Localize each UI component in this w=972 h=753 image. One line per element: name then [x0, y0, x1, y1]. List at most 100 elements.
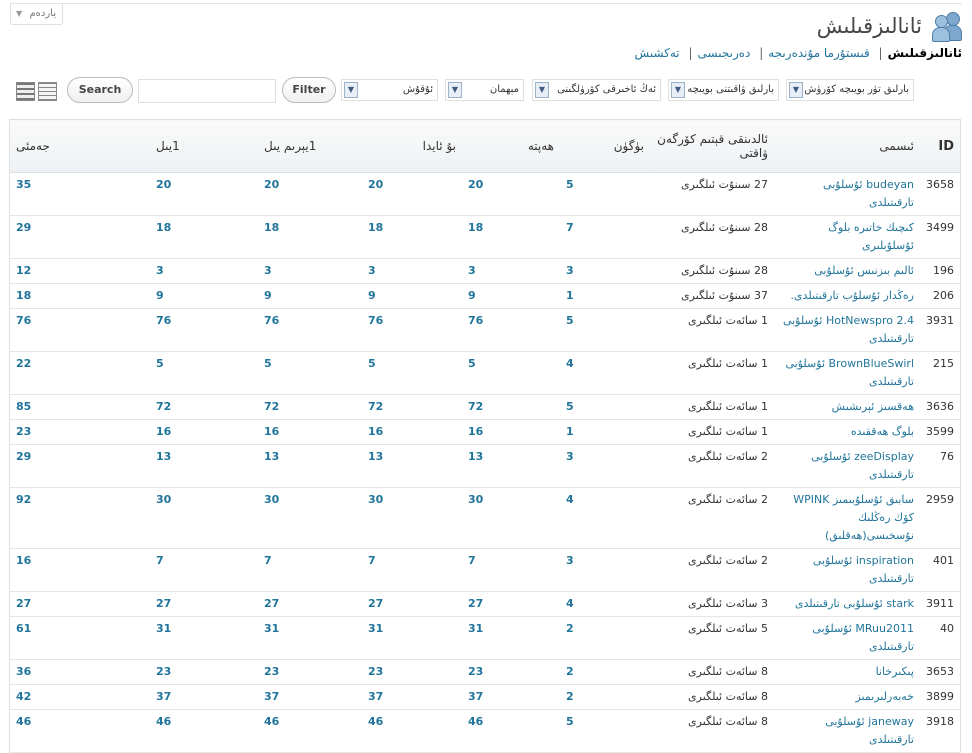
row-year: 76: [150, 308, 258, 352]
row-halfyear: 31: [258, 616, 362, 660]
row-name-cell: سابىق ئۇسلۇبىمىز WPINK كۆك رەڭلىك نۇسخىس…: [774, 487, 920, 549]
row-name-link[interactable]: سابىق ئۇسلۇبىمىز WPINK كۆك رەڭلىك نۇسخىس…: [793, 493, 914, 542]
row-name-link[interactable]: janeway ئۇسلۇبى تارقىتىلدى: [825, 715, 914, 746]
select-sort[interactable]: ▼ ئەڭ ئاخىرقى كۆرۈلگىنى: [532, 79, 661, 101]
subsub-link-analysis[interactable]: ئانالىزقىلىش: [888, 46, 962, 60]
row-id: 401: [920, 548, 961, 592]
page-title: ئانالىزقىلىش: [816, 14, 922, 38]
row-name-link[interactable]: بلوگ ھەققىدە: [851, 425, 914, 438]
row-name-link[interactable]: ھەقسىز ئېرىشىش: [832, 400, 914, 413]
row-halfyear: 7: [258, 548, 362, 592]
row-month: 23: [362, 659, 462, 685]
select-time[interactable]: ▼ بارلىق ۋاقىتنى بويىچە: [668, 79, 779, 101]
row-name-link[interactable]: inspiration ئۇسلۇبى تارقىتىلدى: [813, 554, 914, 585]
row-name-link[interactable]: BrownBlueSwirl ئۇسلۇبى تارقىتىلدى: [786, 357, 915, 388]
row-today: 4: [560, 591, 650, 617]
col-total[interactable]: جەمئى: [9, 119, 150, 173]
help-tab[interactable]: ▼ ياردەم: [10, 4, 63, 25]
row-month: 31: [362, 616, 462, 660]
row-name-link[interactable]: stark ئۇسلۇبى تارقىتىلدى: [795, 597, 914, 610]
row-month: 16: [362, 419, 462, 445]
row-name-link[interactable]: MRuu2011 ئۇسلۇبى تارقىتىلدى: [812, 622, 914, 653]
table-row: 206 رەڭدار ئۇسلۇب تارقىتىلدى. 37 سىنۇت ئىل…: [9, 283, 961, 309]
row-id: 3918: [920, 709, 961, 753]
row-name-cell: پىكىرخانا: [774, 659, 920, 685]
row-id: 3499: [920, 215, 961, 259]
row-week: 72: [462, 394, 560, 420]
row-name-link[interactable]: HotNewspro 2.4 ئۇسلۇبى تارقىتىلدى: [783, 314, 914, 345]
row-today: 2: [560, 616, 650, 660]
col-id[interactable]: ID: [920, 119, 961, 173]
subsubsub-nav: ئانالىزقىلىش| قىستۇرما مۇندەرىجە| دەرىجى…: [634, 46, 962, 60]
col-month[interactable]: بۇ ئايدا: [362, 119, 462, 173]
row-total: 23: [9, 419, 150, 445]
col-today[interactable]: بۈگۈن: [560, 119, 650, 173]
excerpt-view-icon[interactable]: [38, 82, 57, 101]
row-name-cell: zeeDisplay ئۇسلۇبى تارقىتىلدى: [774, 444, 920, 488]
search-input[interactable]: [138, 79, 276, 103]
row-month: 7: [362, 548, 462, 592]
row-last-viewed: 1 سائەت ئىلگىرى: [650, 394, 774, 420]
col-halfyear[interactable]: 1يېرىم يىل: [258, 119, 362, 173]
row-halfyear: 5: [258, 351, 362, 395]
row-id: 3599: [920, 419, 961, 445]
row-year: 7: [150, 548, 258, 592]
table-row: 3499 كىچىك خاتىرە بلوگ ئۇسلۇبلىرى 28 سىنۇت…: [9, 215, 961, 259]
chevron-down-icon: ▼: [16, 9, 23, 18]
row-week: 31: [462, 616, 560, 660]
row-name-link[interactable]: رەڭدار ئۇسلۇب تارقىتىلدى.: [790, 289, 914, 302]
row-last-viewed: 27 سىنۇت ئىلگىرى: [650, 172, 774, 216]
row-name-cell: كىچىك خاتىرە بلوگ ئۇسلۇبلىرى: [774, 215, 920, 259]
row-week: 37: [462, 684, 560, 710]
row-name-link[interactable]: كىچىك خاتىرە بلوگ ئۇسلۇبلىرى: [828, 221, 914, 252]
row-last-viewed: 2 سائەت ئىلگىرى: [650, 548, 774, 592]
row-month: 20: [362, 172, 462, 216]
row-year: 31: [150, 616, 258, 660]
row-year: 72: [150, 394, 258, 420]
select-read[interactable]: ▼ ئۇقۇش: [341, 79, 438, 101]
row-id: 3658: [920, 172, 961, 216]
row-today: 5: [560, 308, 650, 352]
row-year: 16: [150, 419, 258, 445]
row-last-viewed: 1 سائەت ئىلگىرى: [650, 419, 774, 445]
row-week: 16: [462, 419, 560, 445]
table-row: 3899 خەبەرلىرىمىز 8 سائەت ئىلگىرى 2 37 37 37 37…: [9, 684, 961, 710]
row-name-cell: HotNewspro 2.4 ئۇسلۇبى تارقىتىلدى: [774, 308, 920, 352]
subsub-link-check[interactable]: تەكشىش: [635, 46, 680, 60]
row-name-link[interactable]: خەبەرلىرىمىز: [855, 690, 914, 703]
select-user[interactable]: ▼ مېھمان: [445, 79, 524, 101]
col-year[interactable]: 1يىل: [150, 119, 258, 173]
col-week[interactable]: ھەپتە: [462, 119, 560, 173]
row-halfyear: 76: [258, 308, 362, 352]
row-today: 4: [560, 351, 650, 395]
search-button[interactable]: Search: [67, 77, 133, 103]
dropdown-arrow-icon: ▼: [789, 82, 803, 98]
row-total: 18: [9, 283, 150, 309]
row-last-viewed: 37 سىنۇت ئىلگىرى: [650, 283, 774, 309]
top-border: [10, 3, 962, 4]
row-month: 27: [362, 591, 462, 617]
select-type[interactable]: ▼ بارلىق تۈر بويىچە كۆرۈش: [786, 79, 914, 101]
row-name-link[interactable]: budeyan ئۇسلۇبى تارقىتىلدى: [823, 178, 914, 209]
row-today: 2: [560, 659, 650, 685]
filter-button[interactable]: Filter: [282, 77, 336, 103]
row-halfyear: 27: [258, 591, 362, 617]
row-name-cell: ئالىم بىزنىس ئۇسلۇبى: [774, 258, 920, 284]
row-month: 76: [362, 308, 462, 352]
col-date[interactable]: ئالدىنقى قېتىم كۆرگەن ۋاقتى: [650, 119, 774, 173]
table-row: 196 ئالىم بىزنىس ئۇسلۇبى 28 سىنۇت ئىلگىرى 3…: [9, 258, 961, 284]
table-row: 3911 stark ئۇسلۇبى تارقىتىلدى 3 سائەت ئىلگ…: [9, 591, 961, 617]
subsub-link-contents[interactable]: قىستۇرما مۇندەرىجە: [768, 46, 869, 60]
row-name-cell: خەبەرلىرىمىز: [774, 684, 920, 710]
row-last-viewed: 2 سائەت ئىلگىرى: [650, 444, 774, 488]
row-total: 61: [9, 616, 150, 660]
help-tab-label: ياردەم: [29, 8, 56, 19]
list-view-icon[interactable]: [16, 82, 35, 101]
row-name-link[interactable]: ئالىم بىزنىس ئۇسلۇبى: [814, 264, 914, 277]
col-name[interactable]: ئىسمى: [774, 119, 920, 173]
row-month: 46: [362, 709, 462, 753]
row-last-viewed: 28 سىنۇت ئىلگىرى: [650, 258, 774, 284]
row-name-link[interactable]: پىكىرخانا: [876, 665, 914, 678]
row-name-link[interactable]: zeeDisplay ئۇسلۇبى تارقىتىلدى: [811, 450, 914, 481]
subsub-link-level[interactable]: دەرىجىسى: [698, 46, 751, 60]
